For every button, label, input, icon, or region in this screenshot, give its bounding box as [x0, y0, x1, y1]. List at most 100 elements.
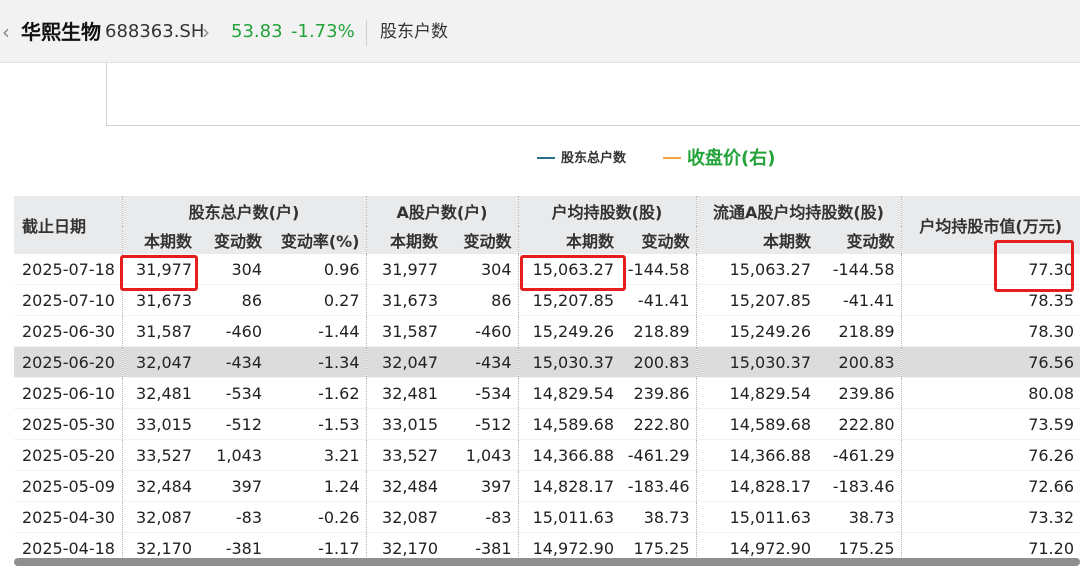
cell-float-change: 200.83 [817, 346, 901, 378]
cell-avg-change: -183.46 [620, 470, 696, 502]
cell-float-change: 239.86 [817, 377, 901, 409]
header-divider [366, 20, 367, 46]
forward-chevron-icon[interactable]: › [202, 0, 210, 64]
cell-float-change: -183.46 [817, 470, 901, 502]
table-row[interactable]: 2025-05-09 32,484 397 1.24 32,484 397 14,828.1… [14, 470, 1080, 502]
cell-a-current: 33,015 [365, 408, 444, 440]
table-row[interactable]: 2025-05-30 33,015 -512 -1.53 33,015 -512 14,58… [14, 408, 1080, 440]
table-row[interactable]: 2025-04-30 32,087 -83 -0.26 32,087 -83 15,011.… [14, 501, 1080, 533]
cell-total-current: 32,087 [121, 501, 198, 533]
cell-avg-value: 76.26 [900, 439, 1080, 471]
table-row[interactable]: 2025-06-10 32,481 -534 -1.62 32,481 -534 14,82… [14, 377, 1080, 409]
cell-avg-current: 14,828.17 [517, 470, 620, 502]
cell-avg-value: 76.56 [900, 346, 1080, 378]
col-header-total-change[interactable]: 变动数 [198, 226, 268, 254]
cell-float-current: 14,589.68 [695, 408, 817, 440]
chart-plot-frame [106, 63, 1080, 126]
page-title: 股东户数 [380, 22, 448, 42]
cell-a-current: 33,527 [365, 439, 444, 471]
cell-total-change: -512 [198, 408, 268, 440]
cell-a-change: 397 [444, 470, 518, 502]
cell-avg-change: -461.29 [620, 439, 696, 471]
cell-total-current: 33,527 [121, 439, 198, 471]
cell-avg-change: 218.89 [620, 315, 696, 347]
cell-a-current: 32,484 [365, 470, 444, 502]
horizontal-scrollbar[interactable] [14, 558, 1080, 566]
cell-total-change: -434 [198, 346, 268, 378]
highlight-box-total-holders [120, 255, 198, 291]
cell-a-current: 32,481 [365, 377, 444, 409]
col-group-float-avg-shares: 流通A股户均持股数(股) [695, 196, 901, 226]
cell-a-change: -83 [444, 501, 518, 533]
legend-item-total-holders[interactable]: 股东总户数 [537, 149, 626, 169]
col-header-total-current[interactable]: 本期数 [121, 226, 198, 254]
highlight-box-avg-value [994, 240, 1074, 292]
legend-line-icon [663, 157, 681, 159]
cell-total-current: 31,587 [121, 315, 198, 347]
col-header-float-current[interactable]: 本期数 [695, 226, 817, 254]
scrollbar-thumb[interactable] [14, 558, 1080, 566]
col-header-avg-current[interactable]: 本期数 [517, 226, 620, 254]
cell-a-current: 31,977 [365, 254, 444, 285]
cell-a-change: -512 [444, 408, 518, 440]
cell-float-change: 222.80 [817, 408, 901, 440]
table-row[interactable]: 2025-06-30 31,587 -460 -1.44 31,587 -460 15,24… [14, 315, 1080, 347]
cell-total-current: 32,047 [121, 346, 198, 378]
legend-item-close-price[interactable]: 收盘价(右) [663, 149, 775, 169]
chart-area [0, 63, 1080, 127]
cell-float-current: 14,366.88 [695, 439, 817, 471]
table-row[interactable]: 2025-06-20 32,047 -434 -1.34 32,047 -434 15,03… [14, 346, 1080, 378]
cell-total-current: 32,484 [121, 470, 198, 502]
back-chevron-icon[interactable]: ‹ [2, 0, 10, 64]
cell-avg-change: 38.73 [620, 501, 696, 533]
cell-float-current: 15,030.37 [695, 346, 817, 378]
col-header-a-change[interactable]: 变动数 [444, 226, 518, 254]
cell-total-change-rate: 1.24 [268, 470, 366, 502]
cell-float-change: -144.58 [817, 254, 901, 285]
cell-avg-change: 200.83 [620, 346, 696, 378]
table-group-header-row: 截止日期 股东总户数(户) A股户数(户) 户均持股数(股) 流通A股户均持股数… [14, 196, 1080, 254]
cell-date: 2025-05-30 [14, 408, 122, 440]
cell-a-change: -434 [444, 346, 518, 378]
stock-header-bar: ‹ 华熙生物 688363.SH › 53.83 -1.73% 股东户数 [0, 0, 1080, 63]
cell-float-change: 38.73 [817, 501, 901, 533]
cell-total-change: 397 [198, 470, 268, 502]
shareholders-table: 截止日期 股东总户数(户) A股户数(户) 户均持股数(股) 流通A股户均持股数… [14, 196, 1080, 564]
legend-label: 股东总户数 [561, 151, 627, 166]
cell-total-change: -83 [198, 501, 268, 533]
cell-avg-current: 14,366.88 [517, 439, 620, 471]
cell-float-current: 14,829.54 [695, 377, 817, 409]
highlight-box-avg-shares [520, 255, 626, 291]
cell-avg-change: 222.80 [620, 408, 696, 440]
cell-total-change-rate: -1.44 [268, 315, 366, 347]
cell-avg-change: -144.58 [620, 254, 696, 285]
col-header-total-change-rate[interactable]: 变动率(%) [268, 226, 366, 254]
col-header-date[interactable]: 截止日期 [14, 196, 122, 254]
cell-total-change-rate: 0.96 [268, 254, 366, 285]
cell-avg-current: 15,030.37 [517, 346, 620, 378]
cell-total-change: -460 [198, 315, 268, 347]
col-header-a-current[interactable]: 本期数 [365, 226, 444, 254]
cell-date: 2025-07-18 [14, 254, 122, 285]
cell-total-change-rate: -1.53 [268, 408, 366, 440]
cell-total-current: 32,481 [121, 377, 198, 409]
cell-avg-current: 14,829.54 [517, 377, 620, 409]
cell-a-change: 86 [444, 284, 518, 316]
cell-total-change-rate: 0.27 [268, 284, 366, 316]
cell-total-change-rate: -0.26 [268, 501, 366, 533]
cell-float-current: 14,828.17 [695, 470, 817, 502]
col-header-avg-change[interactable]: 变动数 [620, 226, 696, 254]
cell-avg-value: 73.59 [900, 408, 1080, 440]
cell-float-change: -41.41 [817, 284, 901, 316]
cell-date: 2025-07-10 [14, 284, 122, 316]
col-header-float-change[interactable]: 变动数 [817, 226, 901, 254]
legend-label: 收盘价(右) [687, 148, 776, 169]
cell-float-change: 218.89 [817, 315, 901, 347]
cell-float-current: 15,063.27 [695, 254, 817, 285]
cell-total-current: 33,015 [121, 408, 198, 440]
table-row[interactable]: 2025-05-20 33,527 1,043 3.21 33,527 1,043 14,3… [14, 439, 1080, 471]
cell-avg-value: 78.30 [900, 315, 1080, 347]
cell-total-change-rate: -1.34 [268, 346, 366, 378]
cell-avg-current: 15,249.26 [517, 315, 620, 347]
cell-a-change: -460 [444, 315, 518, 347]
